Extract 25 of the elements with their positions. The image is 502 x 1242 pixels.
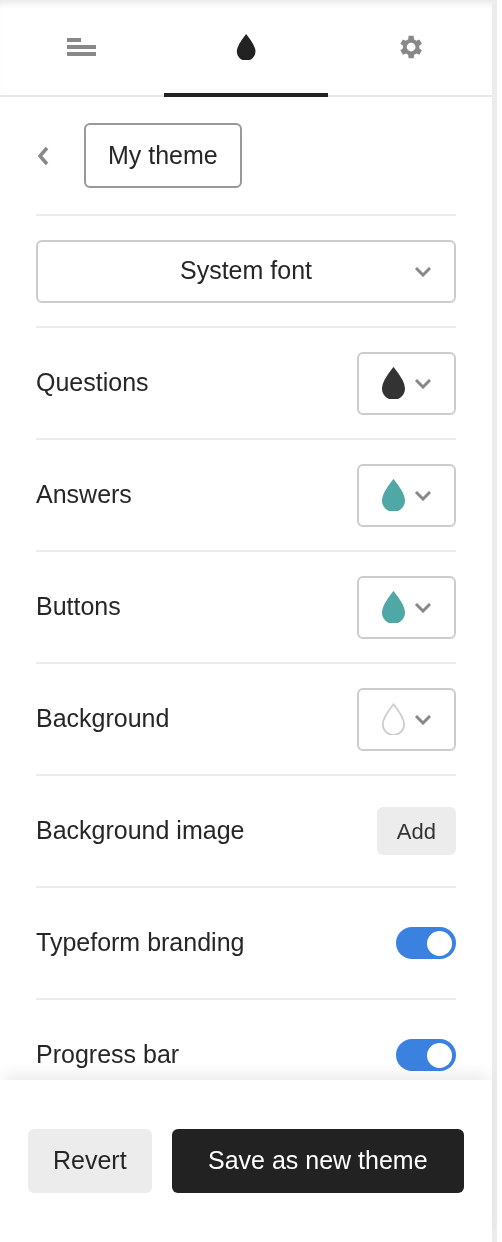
row-label: Typeform branding — [36, 927, 245, 959]
row-label: Answers — [36, 479, 132, 511]
chevron-down-icon — [414, 489, 432, 501]
theme-name[interactable]: My theme — [84, 122, 242, 189]
color-picker[interactable] — [357, 351, 456, 415]
row-label: Questions — [36, 367, 149, 399]
chevron-down-icon — [414, 713, 432, 725]
save-button[interactable]: Save as new theme — [171, 1129, 464, 1193]
add-button[interactable]: Add — [376, 807, 456, 855]
color-picker[interactable] — [357, 463, 456, 527]
lines-icon — [67, 35, 97, 58]
row-label: Buttons — [36, 591, 121, 623]
row-label: Background image — [36, 815, 245, 847]
color-picker[interactable] — [357, 575, 456, 639]
font-select[interactable]: System font — [36, 239, 456, 303]
toggle-switch[interactable] — [396, 1039, 456, 1071]
chevron-down-icon — [414, 265, 432, 277]
chevron-down-icon — [414, 601, 432, 613]
toggle-switch[interactable] — [396, 927, 456, 959]
color-picker[interactable] — [357, 687, 456, 751]
row-label: Progress bar — [36, 1039, 180, 1071]
chevron-down-icon — [414, 377, 432, 389]
row-label: Background — [36, 703, 170, 735]
revert-button[interactable]: Revert — [28, 1129, 152, 1193]
drop-icon — [235, 33, 257, 60]
